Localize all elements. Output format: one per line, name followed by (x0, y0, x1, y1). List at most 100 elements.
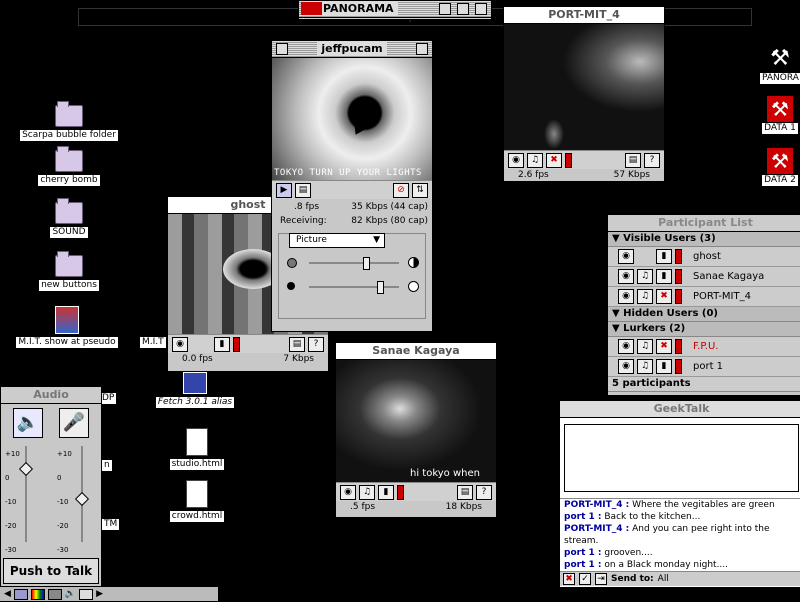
volume-sliders[interactable]: +10 0 -10 -20 -30 +10 0 -10 -20 -30 (5, 442, 97, 554)
participant-list-window[interactable]: Participant List ▼ Visible Users (3) ◉ ▮ … (607, 214, 800, 396)
eye-icon[interactable]: ◉ (172, 336, 188, 352)
desktop-icon-studio-html[interactable]: studio.html (142, 428, 252, 470)
window-titlebar[interactable]: Audio (1, 387, 101, 404)
slider-thumb[interactable] (74, 491, 90, 507)
triangle-down-icon: ▼ (612, 308, 624, 319)
desktop-icon-new-buttons[interactable]: new buttons (14, 251, 124, 291)
snapshot-icon[interactable]: ▤ (457, 484, 473, 500)
video-stats: 0.0 fps 7 Kbps (168, 353, 328, 365)
lurker-row[interactable]: ◉ ♫ ▮ port 1 (608, 357, 800, 377)
mic-icon[interactable]: ▮ (656, 269, 672, 284)
video-window-port-mit[interactable]: PORT-MIT_4 ◉ ♫ ✖ ▤ ? 2.6 fps 57 Kbps (503, 6, 665, 182)
lurker-row[interactable]: ◉ ♫ ✖ F.P.U. (608, 337, 800, 357)
eye-icon[interactable]: ◉ (340, 484, 356, 500)
document-icon (186, 428, 208, 456)
slider-thumb[interactable] (377, 281, 384, 294)
mic-icon[interactable]: ▮ (378, 484, 394, 500)
speaker-volume-slider[interactable] (18, 446, 34, 542)
desktop-icon-mit[interactable]: M.I.T (140, 336, 166, 348)
speaker-icon[interactable]: ♫ (637, 269, 653, 284)
participant-row[interactable]: ◉ ♫ ▮ Sanae Kagaya (608, 267, 800, 287)
strip-arrow-icon[interactable]: ▶ (96, 589, 103, 599)
speaker-icon[interactable]: ♫ (359, 484, 375, 500)
visible-users-header[interactable]: ▼ Visible Users (3) (608, 232, 800, 247)
desktop-icon-cherry-bomb[interactable]: cherry bomb (14, 146, 124, 186)
hidden-users-header[interactable]: ▼ Hidden Users (0) (608, 307, 800, 322)
printer-icon[interactable] (79, 588, 94, 600)
color-icon[interactable] (30, 588, 45, 600)
eye-icon[interactable]: ◉ (618, 249, 634, 264)
window-titlebar[interactable]: Sanae Kagaya (336, 343, 496, 360)
desktop-icon-crowd-html[interactable]: crowd.html (142, 480, 252, 522)
video-window-sanae[interactable]: Sanae Kagaya hi tokyo when ◉ ♫ ▮ ▤ ? .5 … (335, 342, 497, 518)
panorama-titlebar[interactable]: PANORAMA (299, 1, 491, 18)
picture-select[interactable]: Picture ▼ (289, 233, 385, 248)
mic-icon[interactable]: 🎤 (59, 408, 89, 438)
speaker-icon[interactable]: ♫ (637, 339, 653, 354)
window-titlebar[interactable]: PORT-MIT_4 (504, 7, 664, 24)
minimize-icon[interactable] (439, 3, 451, 15)
zoom-icon[interactable] (457, 3, 469, 15)
eye-icon[interactable]: ◉ (618, 269, 634, 284)
eye-icon[interactable]: ◉ (618, 359, 634, 374)
speaker-icon[interactable]: ♫ (637, 289, 653, 304)
lurkers-header[interactable]: ▼ Lurkers (2) (608, 322, 800, 337)
zoom-icon[interactable] (416, 43, 428, 55)
speaker-icon[interactable]: 🔈 (13, 408, 43, 438)
info-icon[interactable]: ? (476, 484, 492, 500)
speaker-icon[interactable]: ♫ (527, 152, 543, 168)
snapshot-icon[interactable]: ▤ (289, 336, 305, 352)
mute-icon[interactable]: ✖ (546, 152, 562, 168)
window-titlebar[interactable]: GeekTalk (560, 401, 800, 418)
strip-arrow-icon[interactable]: ◀ (4, 589, 11, 599)
desktop-icon-scarpa[interactable]: Scarpa bubble folder (14, 101, 124, 141)
participant-row[interactable]: ◉ ♫ ✖ PORT-MIT_4 (608, 287, 800, 307)
chat-input[interactable] (564, 424, 799, 492)
mic-icon[interactable]: ▮ (656, 249, 672, 264)
color-slider[interactable] (309, 281, 399, 294)
geektalk-window[interactable]: GeekTalk PORT-MIT_4 : Where the vegitabl… (559, 400, 800, 588)
desktop-icon-panorama[interactable]: ⚒ PANORA (760, 46, 800, 84)
audio-window[interactable]: Audio 🔈 🎤 +10 0 -10 -20 -30 +10 0 -10 -20 -30 Pu… (0, 386, 102, 602)
mic-icon[interactable]: ▮ (656, 359, 672, 374)
participant-row[interactable]: ◉ ▮ ghost (608, 247, 800, 267)
folder-icon[interactable] (13, 588, 28, 600)
close-icon[interactable] (475, 3, 487, 15)
desktop-icon-data1[interactable]: ⚒ DATA 1 (760, 96, 800, 134)
brightness-slider[interactable] (309, 257, 399, 270)
desktop-icon-fetch[interactable]: Fetch 3.0.1 alias (140, 372, 250, 408)
info-icon[interactable]: ? (308, 336, 324, 352)
eye-icon[interactable]: ◉ (618, 339, 634, 354)
send-to-value[interactable]: All (658, 574, 669, 584)
eye-icon[interactable]: ◉ (618, 289, 634, 304)
desktop-icon-data2[interactable]: ⚒ DATA 2 (760, 148, 800, 186)
slider-thumb[interactable] (363, 257, 370, 270)
desktop-icon-mit-show[interactable]: M.I.T. show at pseudo (12, 306, 122, 348)
chat-message: PORT-MIT_4 : And you can pee right into … (564, 524, 770, 534)
mute-icon[interactable]: ✖ (656, 289, 672, 304)
play-icon[interactable]: ▶ (276, 182, 292, 198)
speaker-icon[interactable]: ♫ (637, 359, 653, 374)
window-titlebar[interactable]: jeffpucam (272, 41, 432, 58)
window-title: Sanae Kagaya (368, 344, 464, 357)
info-icon[interactable]: ? (644, 152, 660, 168)
clear-icon[interactable]: ✖ (563, 573, 575, 585)
eye-icon[interactable]: ◉ (508, 152, 524, 168)
video-window-jeffpucam[interactable]: jeffpucam TOKYO TURN UP YOUR LIGHTS ▶ ▤ … (271, 40, 433, 332)
panorama-window[interactable]: PANORAMA (298, 0, 492, 20)
check-icon[interactable]: ✓ (579, 573, 591, 585)
window-titlebar[interactable]: Participant List (608, 215, 800, 232)
speaker-icon[interactable]: 🔊 (65, 589, 76, 599)
stop-icon[interactable]: ⊘ (393, 182, 409, 198)
camera-icon[interactable]: ▤ (295, 182, 311, 198)
mute-icon[interactable]: ✖ (656, 339, 672, 354)
mic-icon[interactable]: ▮ (214, 336, 230, 352)
snapshot-icon[interactable]: ▤ (625, 152, 641, 168)
close-icon[interactable] (276, 43, 288, 55)
mic-volume-slider[interactable] (74, 446, 90, 542)
desktop-icon-sound[interactable]: SOUND (14, 198, 124, 238)
settings-icon[interactable]: ⇅ (412, 182, 428, 198)
slider-thumb[interactable] (18, 461, 34, 477)
monitor-icon[interactable] (47, 588, 62, 600)
send-icon[interactable]: ⇥ (595, 573, 607, 585)
